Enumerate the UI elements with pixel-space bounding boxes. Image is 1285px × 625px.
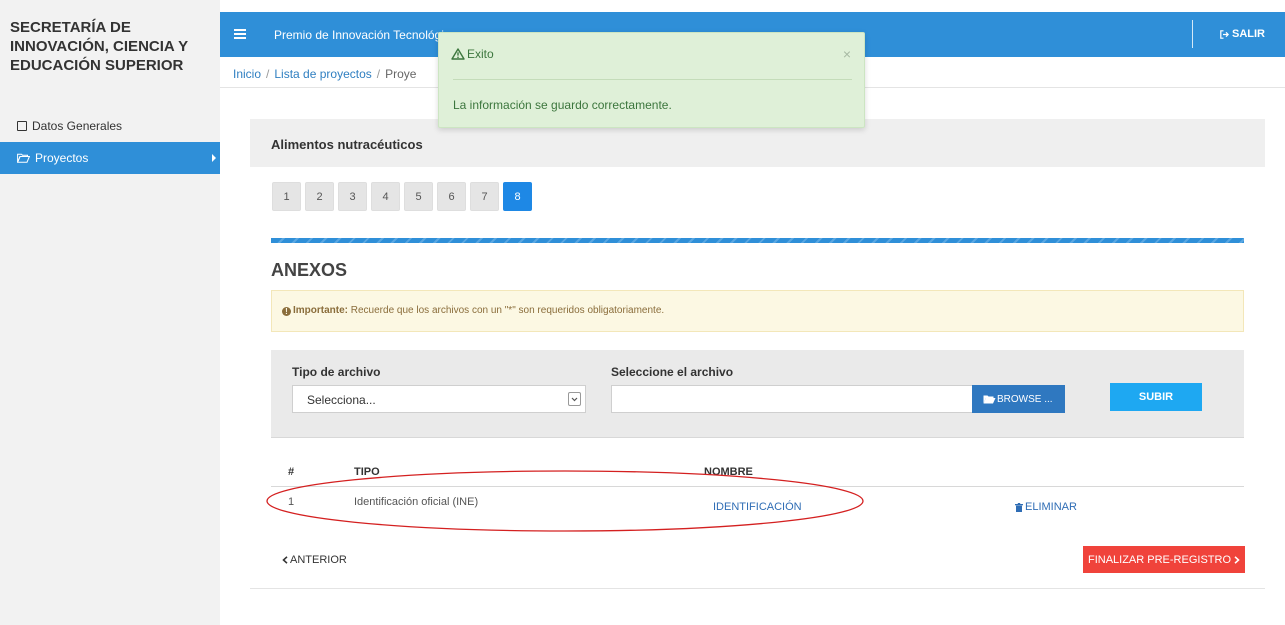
toast-message: La información se guardo correctamente. [453,98,672,112]
chevron-right-icon [1234,555,1240,564]
logout-button[interactable]: SALIR [1220,28,1265,40]
logout-label: SALIR [1232,28,1265,40]
column-header-number: # [288,466,295,478]
section-title: ANEXOS [271,260,348,280]
chevron-left-icon [282,556,288,564]
column-header-type: TIPO [354,466,380,478]
success-toast: Exito × La información se guardo correct… [438,32,865,128]
trash-icon [1015,502,1023,512]
step-8[interactable]: 8 [503,182,532,211]
breadcrumb-separator: / [266,67,270,81]
toast-header: Exito [451,47,494,61]
header-divider [1192,20,1193,48]
step-7[interactable]: 7 [470,182,499,211]
previous-label: ANTERIOR [290,554,347,566]
row-type: Identificación oficial (INE) [354,496,479,508]
upload-button[interactable]: SUBIR [1110,383,1202,411]
project-card: Alimentos nutracéuticos 1 2 3 4 5 6 7 8 … [250,119,1265,589]
previous-button[interactable]: ANTERIOR [282,554,347,566]
step-2[interactable]: 2 [305,182,334,211]
finish-label: FINALIZAR PRE-REGISTRO [1087,553,1232,566]
caret-right-icon [212,154,216,162]
section-divider-stripe [271,238,1244,243]
folder-open-icon [17,153,30,163]
file-type-value: Selecciona... [307,393,376,407]
brand-title: SECRETARÍA DE INNOVACIÓN, CIENCIA Y EDUC… [10,19,188,74]
breadcrumb-inicio[interactable]: Inicio [233,67,261,81]
breadcrumb-separator: / [376,67,381,81]
sign-out-icon [1220,29,1229,39]
sidebar-item-label: Proyectos [35,151,89,165]
table-header-divider [271,486,1244,487]
notice-text: Recuerde que los archivos con un "*" son… [348,305,665,316]
row-number: 1 [288,496,295,508]
sidebar-item-proyectos[interactable]: Proyectos [0,142,220,174]
close-icon[interactable]: × [843,46,851,62]
sidebar-item-datos-generales[interactable]: Datos Generales [0,110,220,142]
breadcrumb-current: Proyecto [385,67,417,81]
finish-preregistration-button[interactable]: FINALIZAR PRE-REGISTRO [1083,546,1245,573]
file-path-input[interactable] [611,385,973,413]
hamburger-menu-icon[interactable] [234,29,246,39]
delete-button[interactable]: ELIMINAR [1015,501,1077,513]
document-icon [17,121,27,131]
warning-icon [451,48,465,60]
info-icon: ! [282,307,291,316]
notice-strong: Importante: [293,305,348,316]
toast-divider [453,79,852,80]
step-4[interactable]: 4 [371,182,400,211]
row-file-link[interactable]: IDENTIFICACIÓN [713,501,802,513]
breadcrumb-lista-proyectos[interactable]: Lista de proyectos [274,67,371,81]
top-strip [220,0,1285,10]
column-header-name: NOMBRE [704,466,753,478]
folder-open-icon [983,395,996,403]
step-6[interactable]: 6 [437,182,466,211]
step-pagination: 1 2 3 4 5 6 7 8 [272,182,536,211]
sidebar: SECRETARÍA DE INNOVACIÓN, CIENCIA Y EDUC… [0,0,220,625]
sidebar-item-label: Datos Generales [32,119,123,133]
upload-panel: Tipo de archivo Selecciona... Seleccione… [271,350,1244,438]
important-notice: ! Importante: Recuerde que los archivos c… [271,290,1244,332]
file-type-select[interactable]: Selecciona... [292,385,586,413]
toast-title: Exito [467,47,494,61]
delete-label: ELIMINAR [1025,501,1077,513]
step-1[interactable]: 1 [272,182,301,211]
step-3[interactable]: 3 [338,182,367,211]
browse-button[interactable]: BROWSE ... [972,385,1065,413]
step-5[interactable]: 5 [404,182,433,211]
browse-label: BROWSE ... [997,393,1053,405]
file-type-label: Tipo de archivo [292,365,381,379]
file-select-label: Seleccione el archivo [611,365,734,379]
chevron-down-icon [568,392,581,406]
app-title: Premio de Innovación Tecnológica Sonoren… [274,28,444,42]
